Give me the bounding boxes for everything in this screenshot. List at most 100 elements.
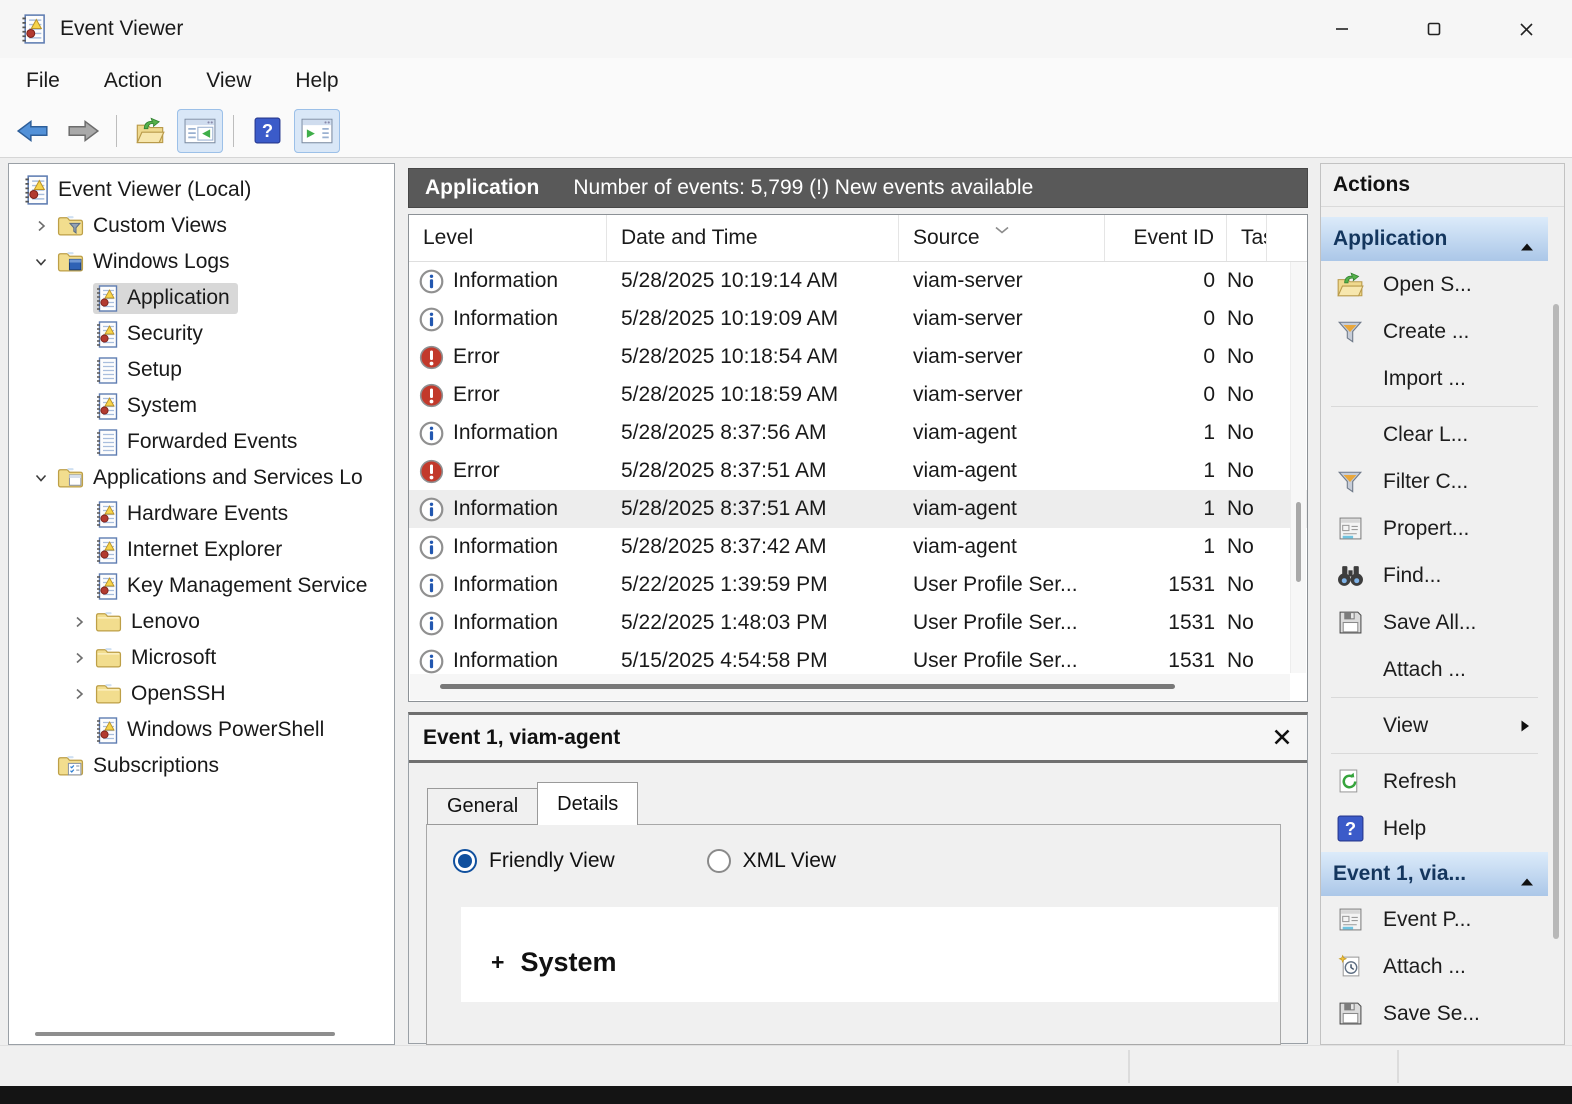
event-row[interactable]: Error5/28/2025 8:37:51 AMviam-agent1No xyxy=(409,452,1307,490)
actions-divider xyxy=(1331,753,1538,754)
tree-item-event-viewer-local[interactable]: Event Viewer (Local) xyxy=(9,172,394,208)
action-view[interactable]: View xyxy=(1321,702,1548,749)
error-icon xyxy=(419,383,444,408)
tree-item-key-management-service[interactable]: Key Management Service xyxy=(9,568,394,604)
action-open-s[interactable]: Open S... xyxy=(1321,261,1548,308)
help-button[interactable]: ? xyxy=(244,109,290,153)
action-filter-c[interactable]: Filter C... xyxy=(1321,458,1548,505)
tab-details[interactable]: Details xyxy=(537,782,638,825)
tree-item-openssh[interactable]: OpenSSH xyxy=(9,676,394,712)
column-header-source[interactable]: Source xyxy=(899,215,1105,261)
chevron-down-icon[interactable] xyxy=(27,471,55,485)
event-row[interactable]: Information5/22/2025 1:48:03 PMUser Prof… xyxy=(409,604,1307,642)
tree-item-setup[interactable]: Setup xyxy=(9,352,394,388)
event-row[interactable]: Information5/28/2025 8:37:56 AMviam-agen… xyxy=(409,414,1307,452)
column-header-tas[interactable]: Tas xyxy=(1227,215,1267,261)
actions-scrollbar-thumb[interactable] xyxy=(1553,304,1559,939)
minimize-button[interactable] xyxy=(1296,0,1388,58)
action-icon-slot: ? xyxy=(1333,815,1367,842)
action-save-se[interactable]: Save Se... xyxy=(1321,990,1548,1037)
vertical-scrollbar-thumb[interactable] xyxy=(1296,502,1301,582)
column-header-event-id[interactable]: Event ID xyxy=(1105,215,1227,261)
tree-item-internet-explorer[interactable]: Internet Explorer xyxy=(9,532,394,568)
tree-item-applications-and-services-lo[interactable]: Applications and Services Lo xyxy=(9,460,394,496)
event-datetime-cell: 5/28/2025 8:37:56 AM xyxy=(607,421,899,445)
action-refresh[interactable]: Refresh xyxy=(1321,758,1548,805)
action-clear-l[interactable]: Clear L... xyxy=(1321,411,1548,458)
close-button[interactable] xyxy=(1480,0,1572,58)
friendly-view-radio[interactable] xyxy=(453,849,477,873)
event-row[interactable]: Information5/28/2025 8:37:51 AMviam-agen… xyxy=(409,490,1307,528)
tree-item-label: Internet Explorer xyxy=(127,538,282,562)
tree-item-security[interactable]: Security xyxy=(9,316,394,352)
action-propert[interactable]: Propert... xyxy=(1321,505,1548,552)
submenu-arrow-icon xyxy=(1520,719,1530,733)
export-log-button[interactable] xyxy=(127,109,173,153)
event-row[interactable]: Information5/22/2025 1:39:59 PMUser Prof… xyxy=(409,566,1307,604)
xml-view-radio[interactable] xyxy=(707,849,731,873)
chevron-right-icon[interactable] xyxy=(27,219,55,233)
collapse-arrow-icon[interactable] xyxy=(1520,234,1534,258)
horizontal-scrollbar-thumb[interactable] xyxy=(440,684,1175,689)
action-create[interactable]: Create ... xyxy=(1321,308,1548,355)
tree-item-forwarded-events[interactable]: Forwarded Events xyxy=(9,424,394,460)
menu-view[interactable]: View xyxy=(200,65,257,97)
details-close-button[interactable] xyxy=(1273,728,1291,746)
chevron-right-icon[interactable] xyxy=(65,651,93,665)
log-plain-icon xyxy=(95,429,118,456)
menu-action[interactable]: Action xyxy=(98,65,168,97)
tree-item-custom-views[interactable]: Custom Views xyxy=(9,208,394,244)
console-tree-button[interactable] xyxy=(177,109,223,153)
tree-item-windows-logs[interactable]: Windows Logs xyxy=(9,244,394,280)
xml-view-option[interactable]: XML View xyxy=(707,849,836,873)
column-header-label: Source xyxy=(913,226,980,250)
actions-section-event-1-via[interactable]: Event 1, via... xyxy=(1321,852,1548,896)
chevron-right-icon[interactable] xyxy=(65,615,93,629)
tree-item-subscriptions[interactable]: Subscriptions xyxy=(9,748,394,784)
event-row[interactable]: Information5/28/2025 10:19:09 AMviam-ser… xyxy=(409,300,1307,338)
tree-item-content: OpenSSH xyxy=(93,680,234,708)
back-button[interactable] xyxy=(10,109,56,153)
tree-horizontal-scrollbar[interactable] xyxy=(13,1026,390,1042)
actions-vertical-scrollbar[interactable] xyxy=(1550,214,1562,1036)
column-header-level[interactable]: Level xyxy=(409,215,607,261)
event-list-vertical-scrollbar[interactable] xyxy=(1290,262,1306,673)
column-header-date-and-time[interactable]: Date and Time xyxy=(607,215,899,261)
action-help[interactable]: ?Help xyxy=(1321,805,1548,852)
collapse-arrow-icon[interactable] xyxy=(1520,869,1534,893)
tree-item-lenovo[interactable]: Lenovo xyxy=(9,604,394,640)
event-row[interactable]: Information5/15/2025 4:54:58 PMUser Prof… xyxy=(409,642,1307,676)
action-attach[interactable]: Attach ... xyxy=(1321,943,1548,990)
tree-horizontal-scrollbar-thumb[interactable] xyxy=(35,1032,335,1036)
action-attach[interactable]: Attach ... xyxy=(1321,646,1548,693)
forward-button[interactable] xyxy=(60,109,106,153)
maximize-button[interactable] xyxy=(1388,0,1480,58)
tree-item-application[interactable]: Application xyxy=(9,280,394,316)
actions-title: Actions xyxy=(1321,164,1564,207)
action-save-all[interactable]: Save All... xyxy=(1321,599,1548,646)
tree-item-hardware-events[interactable]: Hardware Events xyxy=(9,496,394,532)
info-icon xyxy=(419,497,444,522)
actions-section-application[interactable]: Application xyxy=(1321,217,1548,261)
tab-general[interactable]: General xyxy=(427,788,537,825)
chevron-down-icon[interactable] xyxy=(27,255,55,269)
event-row[interactable]: Error5/28/2025 10:18:54 AMviam-server0No xyxy=(409,338,1307,376)
tree-item-microsoft[interactable]: Microsoft xyxy=(9,640,394,676)
window-controls xyxy=(1296,0,1572,58)
action-pane-button[interactable] xyxy=(294,109,340,153)
action-icon-slot xyxy=(1333,769,1367,794)
event-row[interactable]: Information5/28/2025 8:37:42 AMviam-agen… xyxy=(409,528,1307,566)
friendly-view-option[interactable]: Friendly View xyxy=(453,849,615,873)
chevron-right-icon[interactable] xyxy=(65,687,93,701)
event-row[interactable]: Error5/28/2025 10:18:59 AMviam-server0No xyxy=(409,376,1307,414)
action-import[interactable]: Import ... xyxy=(1321,355,1548,402)
action-find[interactable]: Find... xyxy=(1321,552,1548,599)
event-row[interactable]: Information5/28/2025 10:19:14 AMviam-ser… xyxy=(409,262,1307,300)
event-list-horizontal-scrollbar[interactable] xyxy=(410,674,1290,700)
tree-item-system[interactable]: System xyxy=(9,388,394,424)
action-event-p[interactable]: Event P... xyxy=(1321,896,1548,943)
system-node-expander[interactable]: + xyxy=(491,949,504,976)
tree-item-windows-powershell[interactable]: Windows PowerShell xyxy=(9,712,394,748)
menu-help[interactable]: Help xyxy=(289,65,344,97)
menu-file[interactable]: File xyxy=(20,65,66,97)
